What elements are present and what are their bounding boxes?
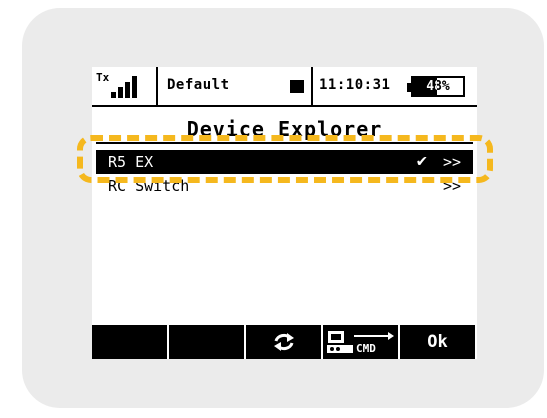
chevron-right-icon: >> (442, 153, 461, 171)
list-item-r5-ex[interactable]: R5 EX ✔ >> (96, 150, 473, 174)
battery-icon: 48% (407, 76, 465, 97)
stop-icon (290, 80, 304, 93)
softkey-bar: CMD Ok (92, 325, 477, 359)
status-divider (156, 67, 158, 105)
battery-percent: 48% (426, 79, 450, 94)
chevron-right-icon: >> (442, 177, 461, 195)
refresh-icon (273, 333, 294, 351)
cmd-button[interactable]: CMD (323, 325, 398, 359)
lcd-screen: Tx Default 11:10:31 48% Device Explorer … (92, 67, 477, 359)
model-profile-name: Default (167, 77, 230, 93)
cmd-label: CMD (356, 342, 376, 355)
check-icon: ✔ (416, 151, 427, 171)
ok-button[interactable]: Ok (400, 325, 475, 359)
softkey-1[interactable] (92, 325, 167, 359)
softkey-2[interactable] (169, 325, 244, 359)
list-item-rc-switch[interactable]: RC Switch >> (96, 174, 473, 198)
title-divider (96, 142, 473, 144)
tx-label: Tx (96, 71, 110, 84)
device-label: RC Switch (108, 177, 190, 195)
device-label: R5 EX (108, 153, 154, 171)
status-divider (311, 67, 313, 105)
page-title: Device Explorer (186, 117, 383, 141)
signal-strength-icon (111, 76, 141, 98)
status-bar: Tx Default 11:10:31 48% (92, 67, 477, 107)
refresh-button[interactable] (246, 325, 321, 359)
cmd-icon: CMD (326, 331, 394, 355)
clock: 11:10:31 (319, 77, 391, 93)
